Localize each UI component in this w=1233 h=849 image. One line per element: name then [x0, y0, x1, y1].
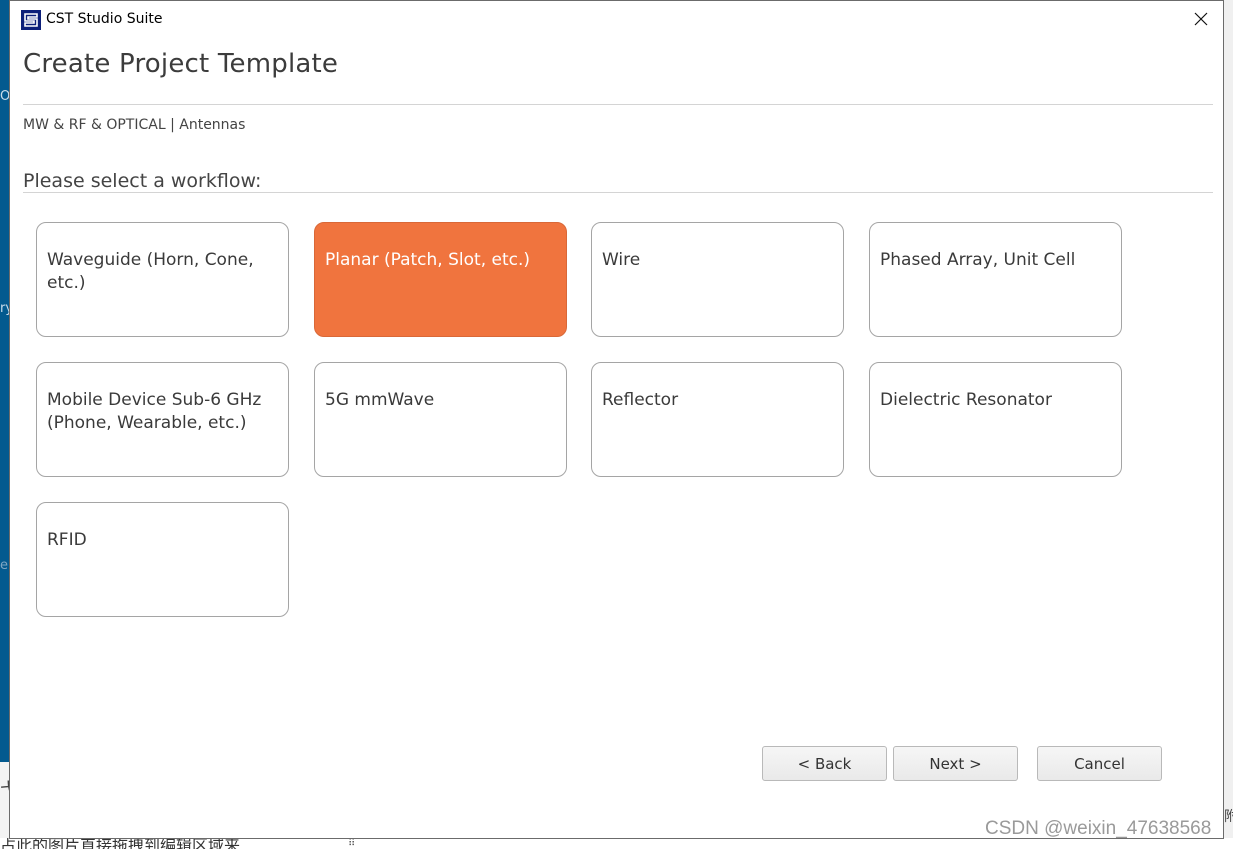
close-icon — [1194, 11, 1208, 30]
background-hint-text: e — [0, 558, 8, 573]
window-title: CST Studio Suite — [46, 11, 163, 27]
workflow-tile-rfid[interactable]: RFID — [36, 502, 289, 617]
workflow-tile-reflector[interactable]: Reflector — [591, 362, 844, 477]
background-char: 附 — [1224, 809, 1233, 825]
watermark: CSDN @weixin_47638568 — [985, 818, 1212, 839]
background-right-strip — [1223, 0, 1233, 849]
next-button[interactable]: Next > — [893, 746, 1018, 781]
close-button[interactable] — [1179, 1, 1223, 39]
back-button[interactable]: < Back — [762, 746, 887, 781]
workflow-tile-5g-mmwave[interactable]: 5G mmWave — [314, 362, 567, 477]
page-title: Create Project Template — [23, 49, 339, 79]
workflow-tile-waveguide[interactable]: Waveguide (Horn, Cone, etc.) — [36, 222, 289, 337]
workflow-tile-phased-array[interactable]: Phased Array, Unit Cell — [869, 222, 1122, 337]
divider — [23, 104, 1213, 105]
workflow-tile-mobile-device[interactable]: Mobile Device Sub-6 GHz (Phone, Wearable… — [36, 362, 289, 477]
background-handle-icon: ⠿ — [348, 838, 356, 849]
workflow-tile-wire[interactable]: Wire — [591, 222, 844, 337]
divider — [23, 192, 1213, 193]
breadcrumb: MW & RF & OPTICAL | Antennas — [23, 117, 246, 133]
workflow-tile-dielectric-resonator[interactable]: Dielectric Resonator — [869, 362, 1122, 477]
background-bottom-text: 占此的图片直接拖拽到编辑区域来 — [0, 838, 241, 849]
create-project-template-dialog: CST Studio Suite Create Project Template… — [9, 0, 1224, 839]
workflow-prompt: Please select a workflow: — [23, 170, 262, 192]
workflow-tile-planar[interactable]: Planar (Patch, Slot, etc.) — [314, 222, 567, 337]
title-bar[interactable]: CST Studio Suite — [10, 1, 1223, 39]
cancel-button[interactable]: Cancel — [1037, 746, 1162, 781]
cst-logo-icon — [21, 10, 41, 30]
